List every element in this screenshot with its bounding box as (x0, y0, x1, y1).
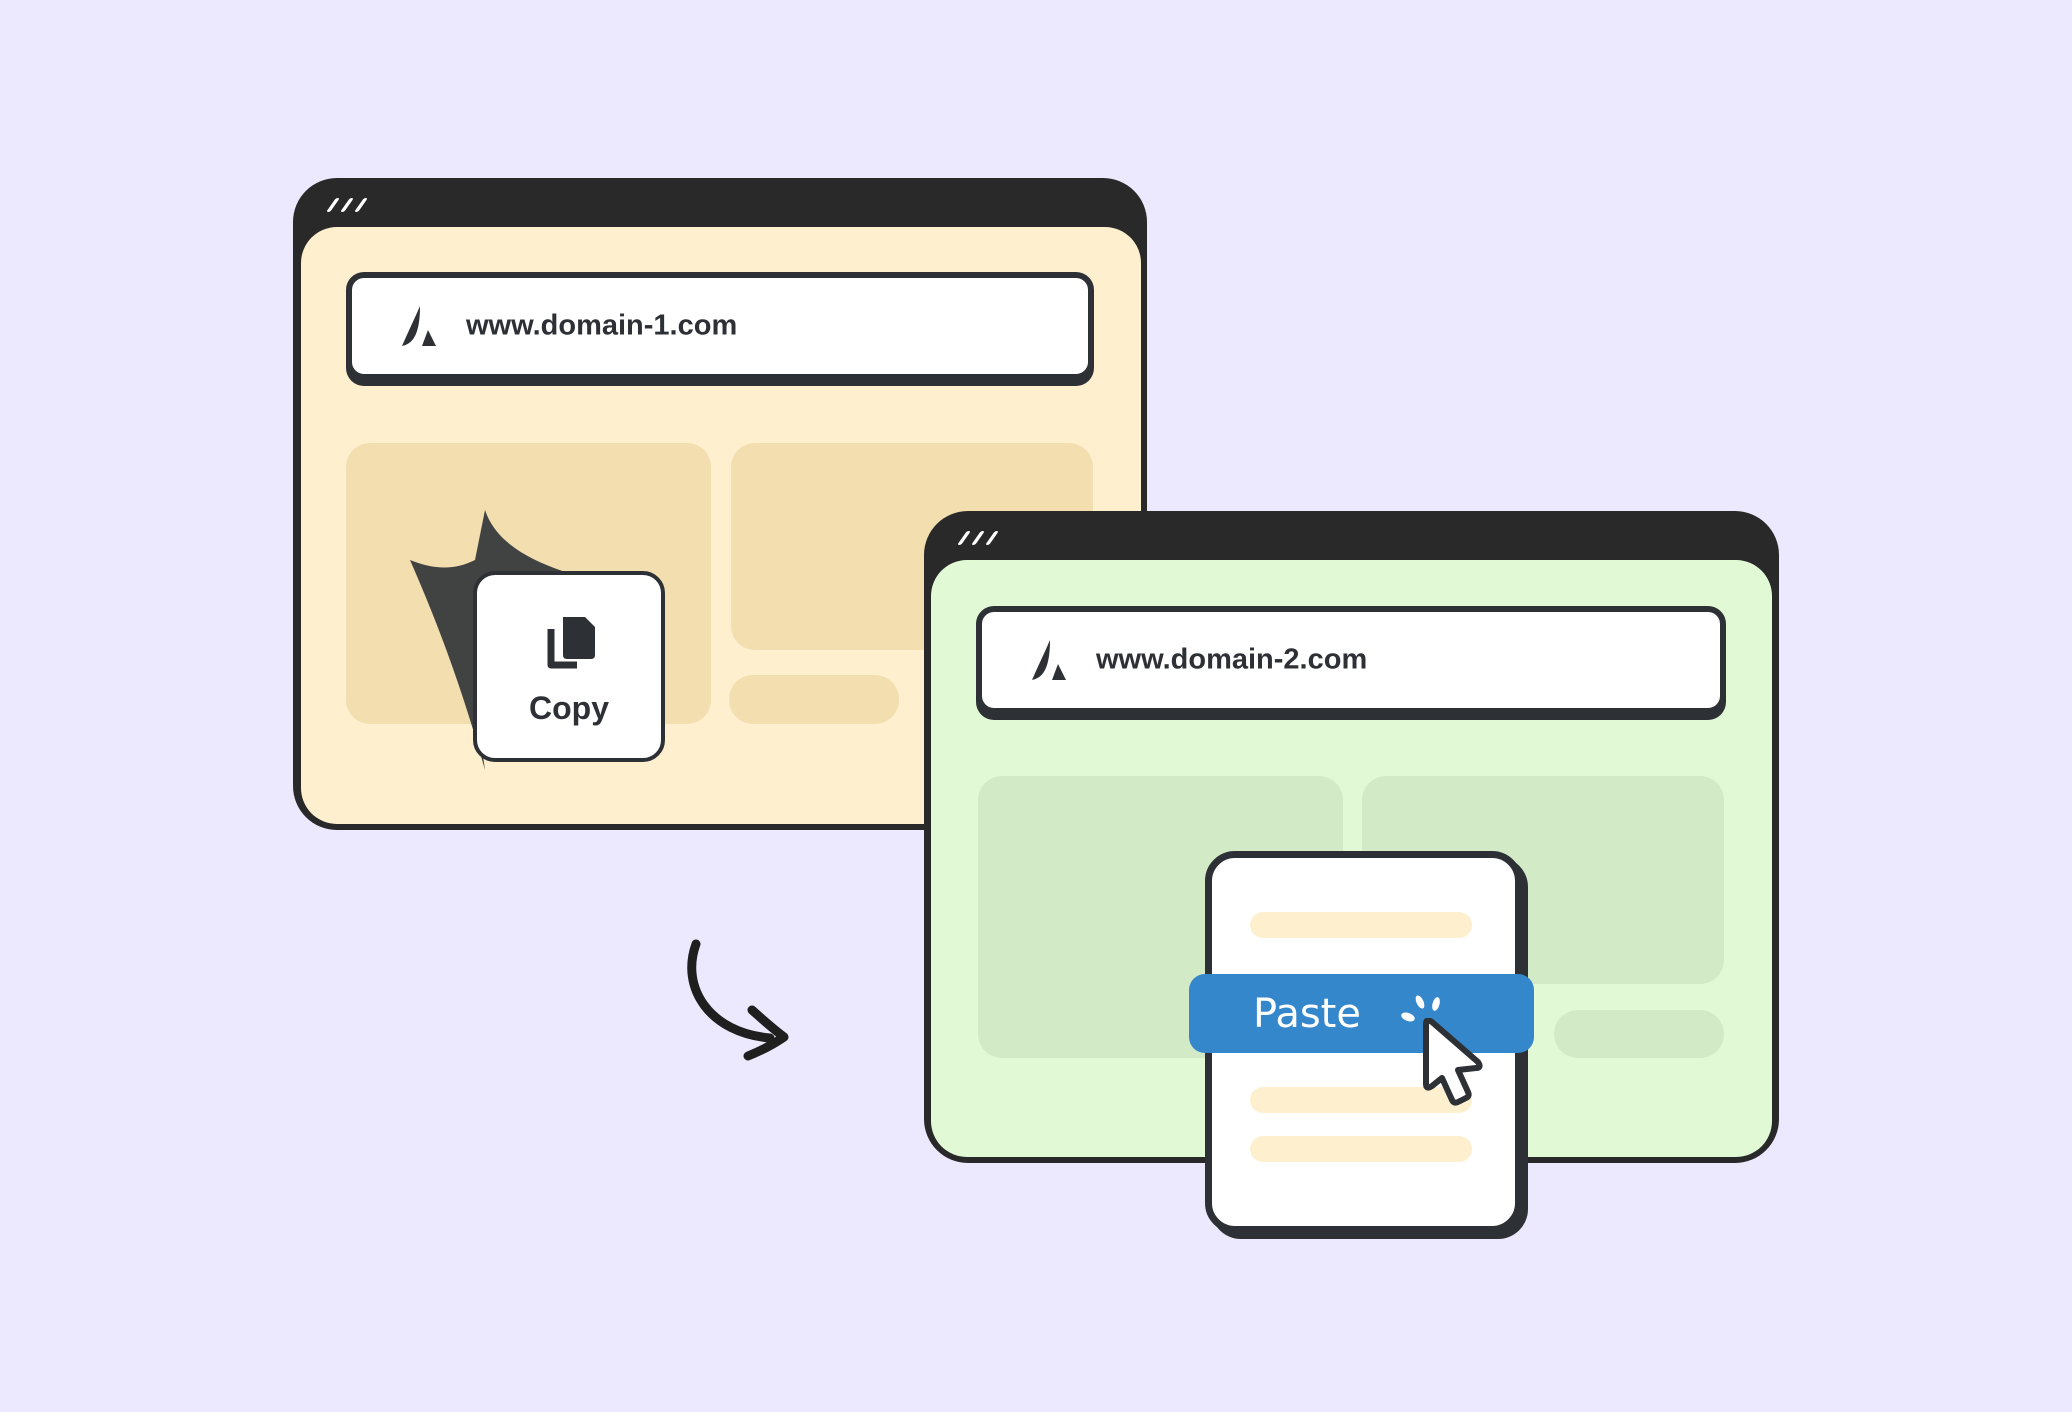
content-pill (729, 675, 899, 724)
url-text: www.domain-1.com (466, 309, 738, 342)
content-pill (1554, 1010, 1724, 1058)
pointer-cursor-icon (1423, 1018, 1483, 1106)
menu-item-placeholder (1250, 1136, 1472, 1162)
curved-arrow-icon (687, 939, 789, 1061)
copy-icon (547, 617, 595, 669)
triangle-logo-icon (402, 306, 436, 346)
window-dots-icon (957, 531, 999, 545)
window-dots-icon (326, 198, 368, 212)
copy-label: Copy (529, 690, 609, 726)
paste-label: Paste (1253, 990, 1361, 1037)
copy-button[interactable]: Copy (473, 571, 665, 762)
menu-item-placeholder (1250, 912, 1472, 938)
url-text: www.domain-2.com (1096, 643, 1368, 676)
address-bar-1[interactable]: www.domain-1.com (346, 272, 1094, 380)
address-bar-2[interactable]: www.domain-2.com (976, 606, 1726, 714)
triangle-logo-icon (1032, 640, 1066, 680)
